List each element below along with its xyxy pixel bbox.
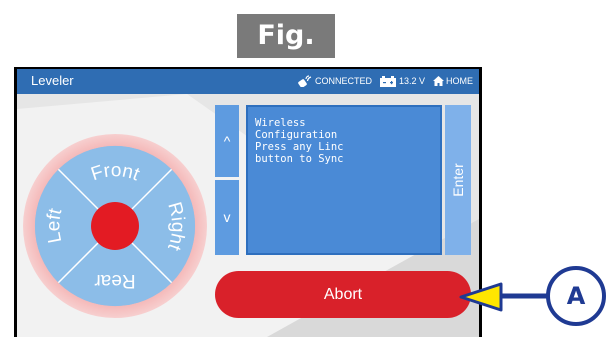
callout-arrow bbox=[459, 282, 548, 312]
callout-marker: A bbox=[546, 266, 606, 326]
